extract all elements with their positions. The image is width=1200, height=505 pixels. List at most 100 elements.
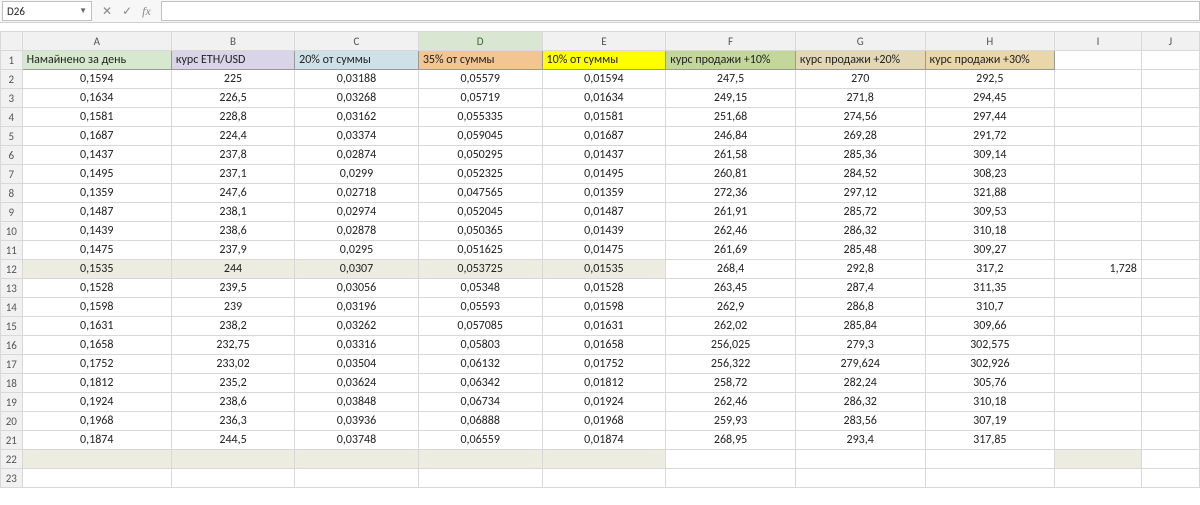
cell[interactable]: 251,68 xyxy=(666,108,796,127)
row-header[interactable]: 22 xyxy=(1,450,23,469)
cell[interactable] xyxy=(1055,336,1142,355)
cell[interactable]: 286,8 xyxy=(795,298,925,317)
cell[interactable]: 0,03748 xyxy=(295,431,419,450)
cell[interactable]: 0,02974 xyxy=(295,203,419,222)
cell[interactable]: 0,01968 xyxy=(542,412,666,431)
cell[interactable] xyxy=(22,450,171,469)
cell[interactable]: 309,14 xyxy=(925,146,1055,165)
cell[interactable] xyxy=(925,450,1055,469)
cell[interactable]: 0,01812 xyxy=(542,374,666,393)
cell[interactable]: 238,6 xyxy=(171,222,294,241)
cell[interactable] xyxy=(1055,89,1142,108)
cell[interactable]: 0,02718 xyxy=(295,184,419,203)
cell[interactable]: 317,2 xyxy=(925,260,1055,279)
cell[interactable]: 0,050295 xyxy=(418,146,542,165)
row-header[interactable]: 20 xyxy=(1,412,23,431)
cell[interactable]: 0,02878 xyxy=(295,222,419,241)
row-header[interactable]: 8 xyxy=(1,184,23,203)
formula-input[interactable] xyxy=(161,1,1200,21)
row-header[interactable]: 17 xyxy=(1,355,23,374)
cell[interactable]: 236,3 xyxy=(171,412,294,431)
cell[interactable] xyxy=(1141,222,1199,241)
row-header[interactable]: 5 xyxy=(1,127,23,146)
cell[interactable]: 0,1658 xyxy=(22,336,171,355)
cell[interactable]: 0,01687 xyxy=(542,127,666,146)
cell[interactable]: 279,3 xyxy=(795,336,925,355)
cell[interactable]: 256,025 xyxy=(666,336,796,355)
cell[interactable]: 0,05803 xyxy=(418,336,542,355)
cell[interactable]: 0,1812 xyxy=(22,374,171,393)
cell[interactable] xyxy=(1055,51,1142,70)
cell[interactable]: 309,27 xyxy=(925,241,1055,260)
cell[interactable]: 0,03268 xyxy=(295,89,419,108)
cell[interactable]: 0,1594 xyxy=(22,70,171,89)
cell[interactable]: 0,01487 xyxy=(542,203,666,222)
cell[interactable]: 0,0307 xyxy=(295,260,419,279)
cell[interactable]: 0,03374 xyxy=(295,127,419,146)
cell[interactable]: 0,03624 xyxy=(295,374,419,393)
col-header-C[interactable]: C xyxy=(295,32,419,51)
cell[interactable]: курс продажи +20% xyxy=(795,51,925,70)
cell[interactable] xyxy=(1055,165,1142,184)
cell[interactable] xyxy=(795,469,925,488)
cell[interactable] xyxy=(1055,393,1142,412)
row-header[interactable]: 18 xyxy=(1,374,23,393)
cell[interactable] xyxy=(1055,222,1142,241)
cell[interactable]: 309,53 xyxy=(925,203,1055,222)
row-header[interactable]: 12 xyxy=(1,260,23,279)
cell[interactable]: 270 xyxy=(795,70,925,89)
cell[interactable]: 0,03188 xyxy=(295,70,419,89)
cell[interactable]: 0,057085 xyxy=(418,317,542,336)
cell[interactable]: 0,06734 xyxy=(418,393,542,412)
cell[interactable]: 260,81 xyxy=(666,165,796,184)
cell[interactable]: 0,01437 xyxy=(542,146,666,165)
cell[interactable]: 258,72 xyxy=(666,374,796,393)
cell[interactable]: 287,4 xyxy=(795,279,925,298)
cell[interactable]: 0,052325 xyxy=(418,165,542,184)
cell[interactable]: 0,1487 xyxy=(22,203,171,222)
cell[interactable] xyxy=(1141,450,1199,469)
cell[interactable]: 0,02874 xyxy=(295,146,419,165)
cell[interactable]: 0,01631 xyxy=(542,317,666,336)
row-header[interactable]: 6 xyxy=(1,146,23,165)
cell[interactable]: 0,03056 xyxy=(295,279,419,298)
cell[interactable] xyxy=(1141,241,1199,260)
cell[interactable] xyxy=(1055,450,1142,469)
cell[interactable]: 0,01475 xyxy=(542,241,666,260)
cell[interactable]: 310,18 xyxy=(925,222,1055,241)
cell[interactable]: 224,4 xyxy=(171,127,294,146)
cell[interactable]: 0,03262 xyxy=(295,317,419,336)
cell[interactable] xyxy=(1055,241,1142,260)
cell[interactable]: 321,88 xyxy=(925,184,1055,203)
row-header[interactable]: 14 xyxy=(1,298,23,317)
cell[interactable] xyxy=(925,469,1055,488)
cell[interactable] xyxy=(295,450,419,469)
cell[interactable]: 239,5 xyxy=(171,279,294,298)
cell[interactable]: 0,06559 xyxy=(418,431,542,450)
cell[interactable]: 0,0295 xyxy=(295,241,419,260)
cell[interactable]: 237,1 xyxy=(171,165,294,184)
cell[interactable] xyxy=(1141,260,1199,279)
cell[interactable]: 0,1598 xyxy=(22,298,171,317)
cell[interactable]: 294,45 xyxy=(925,89,1055,108)
cell[interactable]: 284,52 xyxy=(795,165,925,184)
cell[interactable] xyxy=(1141,146,1199,165)
cell[interactable]: 283,56 xyxy=(795,412,925,431)
cell[interactable] xyxy=(1055,431,1142,450)
cell[interactable]: 285,48 xyxy=(795,241,925,260)
row-header[interactable]: 23 xyxy=(1,469,23,488)
cell[interactable]: 0,05593 xyxy=(418,298,542,317)
cell[interactable] xyxy=(1055,317,1142,336)
cell[interactable]: 305,76 xyxy=(925,374,1055,393)
cell[interactable] xyxy=(1055,127,1142,146)
cell[interactable] xyxy=(1141,298,1199,317)
row-header[interactable]: 11 xyxy=(1,241,23,260)
cell[interactable]: 1,728 xyxy=(1055,260,1142,279)
cell[interactable]: 261,91 xyxy=(666,203,796,222)
cell[interactable]: 0,01874 xyxy=(542,431,666,450)
cell[interactable] xyxy=(542,450,666,469)
cell[interactable]: 20% от суммы xyxy=(295,51,419,70)
cell[interactable]: 268,4 xyxy=(666,260,796,279)
row-header[interactable]: 1 xyxy=(1,51,23,70)
cell[interactable]: 0,01594 xyxy=(542,70,666,89)
